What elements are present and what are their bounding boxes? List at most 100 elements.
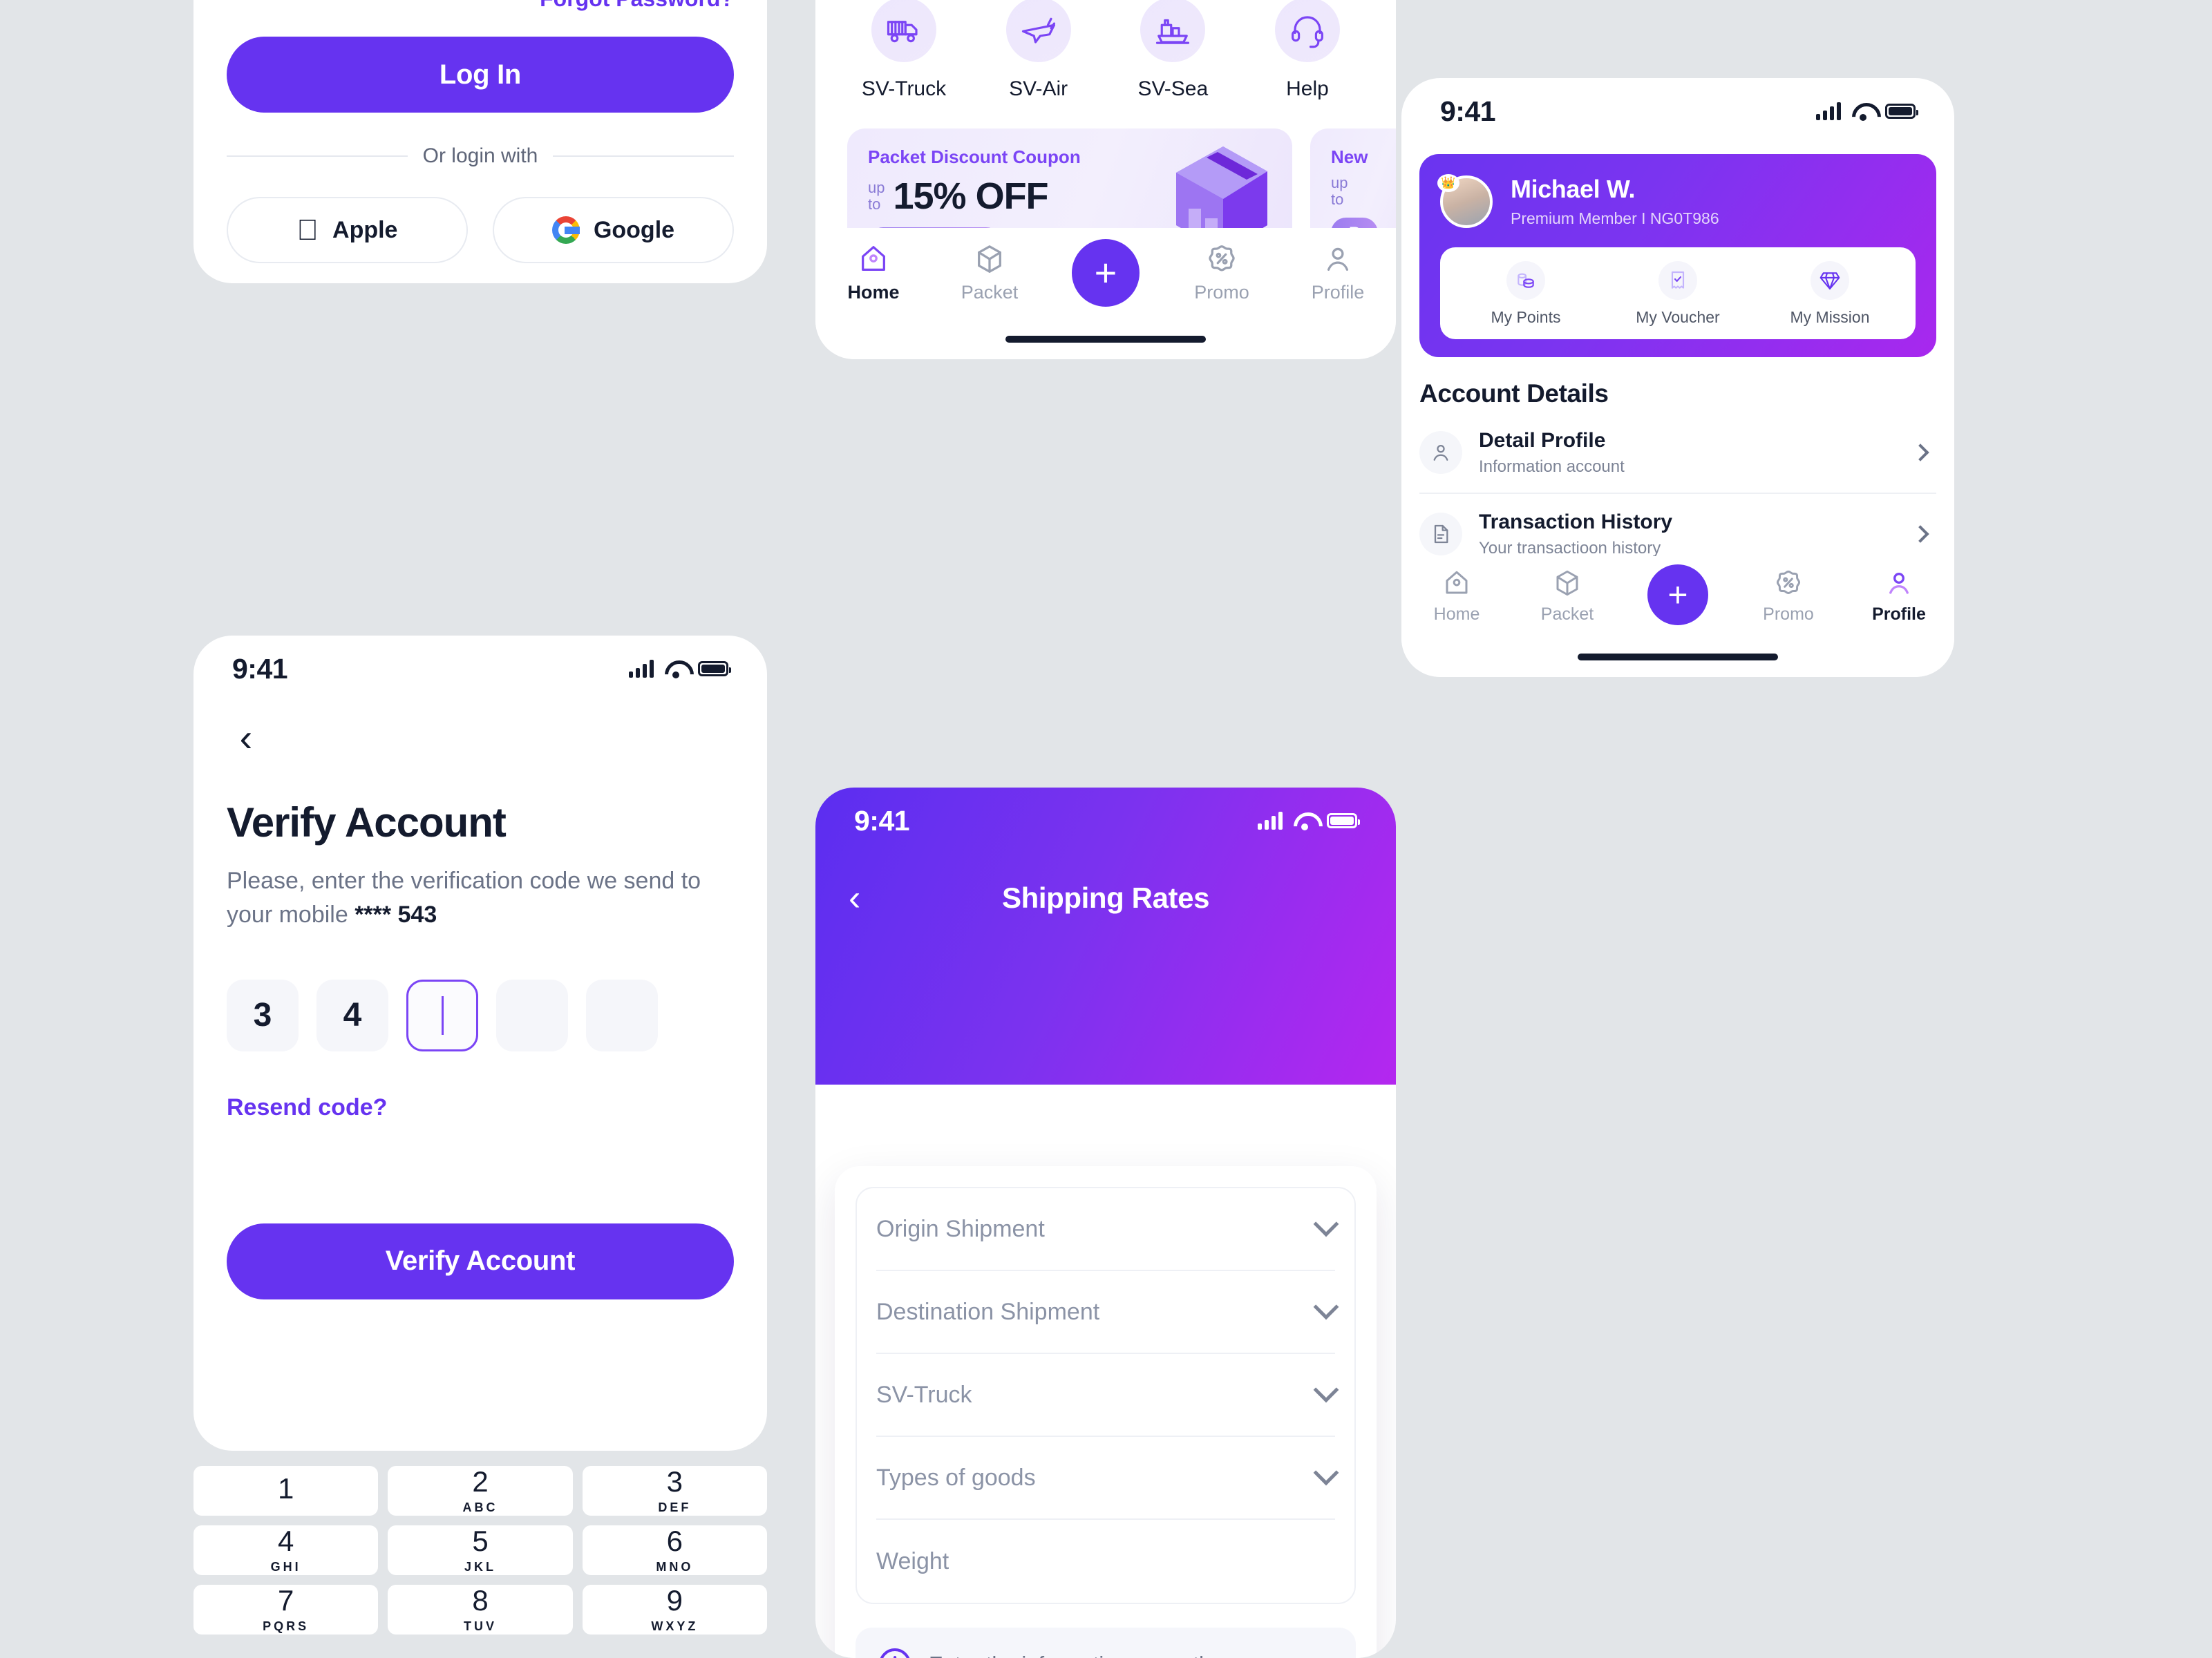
keypad-key-6[interactable]: 6 MNO xyxy=(582,1525,767,1575)
service-sv-sea[interactable]: SV-Sea xyxy=(1116,0,1229,101)
keypad-key-number: 5 xyxy=(472,1524,489,1557)
nav-item-home[interactable]: Home xyxy=(815,243,932,303)
service-help[interactable]: Help xyxy=(1251,0,1364,101)
chevron-right-icon xyxy=(1911,444,1929,461)
coupon-amount-row: up to xyxy=(1331,174,1396,209)
list-item-title: Transaction History xyxy=(1479,510,1673,533)
home-icon xyxy=(862,246,885,271)
keypad-key-4[interactable]: 4 GHI xyxy=(193,1525,379,1575)
headset-icon xyxy=(1274,0,1340,62)
service-label: Help xyxy=(1286,77,1329,100)
numeric-keypad: 1 2 ABC 3 DEF 4 GHI 5 JKL 6 MNO 7 PQRS 8 TUV 9 W… xyxy=(193,1466,767,1658)
apple-label: Apple xyxy=(321,216,397,243)
otp-digit-2[interactable]: 4 xyxy=(316,979,388,1051)
add-button[interactable]: + xyxy=(1647,564,1708,625)
profile-hero-card: 👑 Michael W. Premium Member I NG0T986 My… xyxy=(1419,154,1936,357)
keypad-key-5[interactable]: 5 JKL xyxy=(388,1524,573,1575)
field-origin-shipment[interactable]: Origin Shipment xyxy=(876,1188,1339,1271)
resend-code-link[interactable]: Resend code? xyxy=(227,1094,734,1121)
field-placeholder: SV-Truck xyxy=(876,1381,972,1408)
keypad-key-3[interactable]: 3 DEF xyxy=(582,1466,767,1516)
verify-account-screen: 9:41 ‹ Verify Account Please, enter the … xyxy=(193,636,767,1451)
keypad-key-letters: GHI xyxy=(270,1559,301,1574)
status-bar: 9:41 xyxy=(1401,78,1954,144)
perk-label: My Voucher xyxy=(1636,308,1720,326)
field-weight[interactable]: Weight xyxy=(876,1520,1335,1603)
status-time: 9:41 xyxy=(1440,95,1496,127)
otp-input-group: 3 4 xyxy=(227,979,734,1051)
cellular-signal-icon xyxy=(629,660,654,678)
back-button[interactable]: ‹ xyxy=(849,880,890,916)
nav-item-packet[interactable]: Packet xyxy=(1512,569,1623,625)
field-placeholder: Weight xyxy=(876,1547,949,1574)
divider-line-right xyxy=(553,155,735,157)
nav-item-packet[interactable]: Packet xyxy=(932,243,1048,303)
list-item-subtitle: Your transactioon history xyxy=(1479,538,1661,558)
keypad-key-7[interactable]: 7 PQRS xyxy=(193,1585,379,1635)
nav-item-add[interactable]: + xyxy=(1623,564,1733,625)
perk-my-points[interactable]: My Points xyxy=(1450,261,1602,327)
nav-item-profile[interactable]: Profile xyxy=(1844,569,1954,625)
field-destination-shipment[interactable]: Destination Shipment xyxy=(876,1271,1339,1354)
nav-item-add[interactable]: + xyxy=(1048,239,1164,307)
nav-label: Packet xyxy=(961,282,1019,303)
service-sv-truck[interactable]: SV-Truck xyxy=(847,0,961,101)
battery-icon xyxy=(698,661,731,676)
coupon-upto-label: up to xyxy=(1331,174,1348,209)
wifi-icon xyxy=(1852,103,1874,121)
login-screen: Forgot Password? Log In Or login with  … xyxy=(193,0,767,283)
forgot-password-link[interactable]: Forgot Password? xyxy=(227,0,734,12)
google-login-button[interactable]: Google xyxy=(493,197,734,263)
chevron-down-icon xyxy=(1313,1377,1339,1403)
field-service-type[interactable]: SV-Truck xyxy=(876,1354,1339,1437)
keypad-key-letters: WXYZ xyxy=(651,1619,699,1633)
percent-badge-icon xyxy=(1209,245,1235,271)
form-hint-banner: i Enter the information correctly so we … xyxy=(856,1628,1356,1658)
social-login-row:  Apple Google xyxy=(227,197,734,263)
person-icon xyxy=(1419,431,1462,474)
perk-my-mission[interactable]: My Mission xyxy=(1754,261,1906,327)
status-indicators xyxy=(629,660,731,678)
apple-login-button[interactable]:  Apple xyxy=(227,197,468,263)
perk-label: My Mission xyxy=(1790,308,1870,326)
nav-item-home[interactable]: Home xyxy=(1401,569,1512,625)
service-sv-air[interactable]: SV-Air xyxy=(982,0,1095,101)
otp-digit-5[interactable] xyxy=(586,979,658,1051)
nav-item-profile[interactable]: Profile xyxy=(1280,243,1396,303)
home-indicator xyxy=(1578,654,1778,660)
masked-phone: **** 543 xyxy=(355,902,437,928)
diamond-icon xyxy=(1811,261,1849,300)
verify-account-button[interactable]: Verify Account xyxy=(227,1223,734,1299)
perk-my-voucher[interactable]: My Voucher xyxy=(1602,261,1754,327)
nav-item-promo[interactable]: Promo xyxy=(1164,243,1280,303)
google-icon xyxy=(551,216,580,244)
otp-digit-3[interactable] xyxy=(406,979,478,1051)
keypad-key-letters: ABC xyxy=(462,1500,498,1514)
field-types-of-goods[interactable]: Types of goods xyxy=(876,1437,1339,1520)
keypad-key-9[interactable]: 9 WXYZ xyxy=(582,1583,767,1635)
keypad-key-number: 9 xyxy=(666,1583,683,1617)
home-indicator xyxy=(1005,336,1206,343)
keypad-key-2[interactable]: 2 ABC xyxy=(388,1466,573,1516)
otp-digit-4[interactable] xyxy=(496,979,568,1051)
login-button[interactable]: Log In xyxy=(227,37,734,113)
nav-item-promo[interactable]: Promo xyxy=(1733,569,1844,625)
home-screen: SV-Truck SV-Air SV-Sea Help Packet Disco… xyxy=(815,0,1396,359)
status-bar: 9:41 xyxy=(193,636,767,702)
chevron-down-icon xyxy=(1313,1294,1339,1320)
list-item-detail-profile[interactable]: Detail Profile Information account xyxy=(1419,412,1936,494)
social-divider: Or login with xyxy=(227,144,735,168)
shipping-form-sheet: Origin Shipment Destination Shipment SV-… xyxy=(835,1166,1377,1658)
status-bar: 9:41 xyxy=(815,788,1396,854)
keypad-key-8[interactable]: 8 TUV xyxy=(388,1585,573,1635)
keypad-key-1[interactable]: 1 xyxy=(193,1466,379,1516)
field-placeholder: Destination Shipment xyxy=(876,1298,1100,1325)
back-button[interactable]: ‹ xyxy=(227,718,265,757)
coupon-amount: 15% OFF xyxy=(893,175,1048,217)
battery-icon xyxy=(1327,813,1360,828)
otp-digit-1[interactable]: 3 xyxy=(227,979,299,1051)
add-button[interactable]: + xyxy=(1072,239,1140,307)
info-icon: i xyxy=(879,1648,911,1658)
list-item-text: Transaction History Your transactioon hi… xyxy=(1479,511,1898,558)
avatar[interactable]: 👑 xyxy=(1437,173,1493,228)
